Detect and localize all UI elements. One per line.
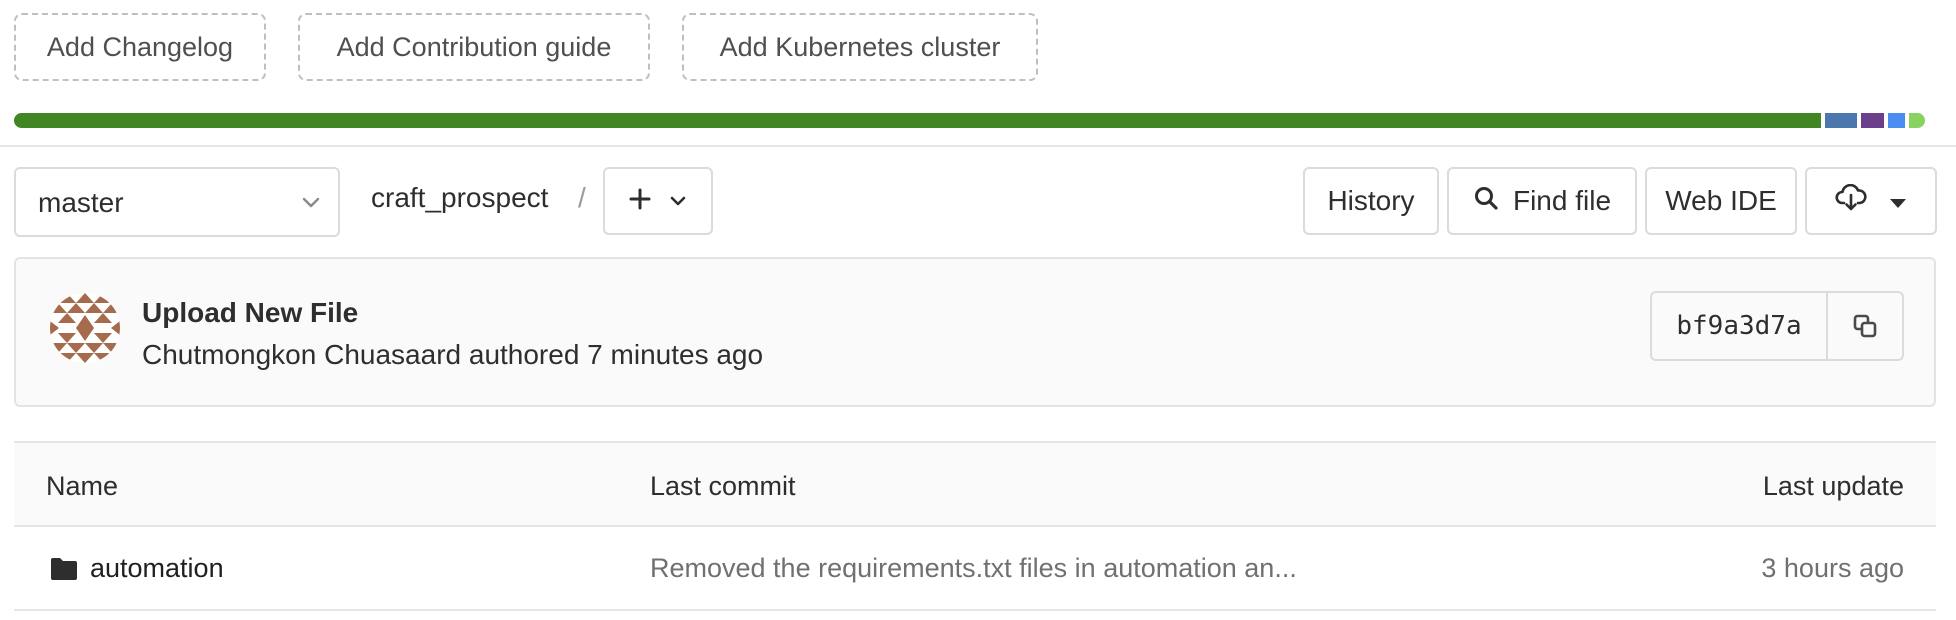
commit-meta: Chutmongkon Chuasaard authored 7 minutes… xyxy=(142,339,764,370)
folder-icon xyxy=(50,557,78,588)
avatar[interactable] xyxy=(50,293,120,363)
history-button[interactable]: History xyxy=(1303,167,1439,235)
repository-language-bar xyxy=(14,113,1936,128)
file-table-header: Name Last commit Last update xyxy=(14,441,1936,527)
caret-down-icon xyxy=(1889,185,1907,217)
web-ide-button[interactable]: Web IDE xyxy=(1645,167,1797,235)
commit-title[interactable]: Upload New File xyxy=(142,297,358,329)
column-name: Name xyxy=(46,471,119,501)
search-icon xyxy=(1473,185,1499,218)
breadcrumb-project[interactable]: craft_prospect xyxy=(371,182,548,214)
column-last-update: Last update xyxy=(1762,471,1904,501)
chevron-down-icon xyxy=(300,191,322,218)
commit-sha-group: bf9a3d7a xyxy=(1650,291,1904,361)
language-bar-segment[interactable] xyxy=(1861,113,1885,128)
column-last-commit: Last commit xyxy=(650,471,796,501)
breadcrumb-separator: / xyxy=(578,182,586,213)
find-file-button[interactable]: Find file xyxy=(1447,167,1637,235)
add-to-tree-dropdown[interactable] xyxy=(603,167,713,235)
commit-sha[interactable]: bf9a3d7a xyxy=(1652,293,1828,359)
add-kubernetes-cluster-button[interactable]: Add Kubernetes cluster xyxy=(682,13,1038,81)
cloud-download-icon xyxy=(1835,183,1867,219)
add-changelog-button[interactable]: Add Changelog xyxy=(14,13,266,81)
plus-icon xyxy=(629,185,651,217)
language-bar-segment[interactable] xyxy=(1888,113,1906,128)
branch-selector[interactable]: master xyxy=(14,167,340,237)
last-commit-message[interactable]: Removed the requirements.txt files in au… xyxy=(650,553,1297,584)
divider xyxy=(0,145,1956,147)
last-commit-panel: Upload New File Chutmongkon Chuasaard au… xyxy=(14,257,1936,407)
chevron-down-icon xyxy=(669,185,687,217)
find-file-label: Find file xyxy=(1512,185,1612,216)
history-label: History xyxy=(1327,185,1415,216)
table-row[interactable]: automation Removed the requirements.txt … xyxy=(14,527,1936,611)
web-ide-label: Web IDE xyxy=(1665,185,1777,216)
download-dropdown[interactable] xyxy=(1805,167,1937,235)
language-bar-segment[interactable] xyxy=(1909,113,1925,128)
language-bar-segment[interactable] xyxy=(14,113,1821,128)
branch-name: master xyxy=(38,187,124,218)
file-name-link[interactable]: automation xyxy=(90,553,224,584)
add-contribution-guide-button[interactable]: Add Contribution guide xyxy=(298,13,650,81)
last-update-time: 3 hours ago xyxy=(1761,553,1904,583)
copy-icon[interactable] xyxy=(1828,293,1902,359)
language-bar-segment[interactable] xyxy=(1824,113,1858,128)
